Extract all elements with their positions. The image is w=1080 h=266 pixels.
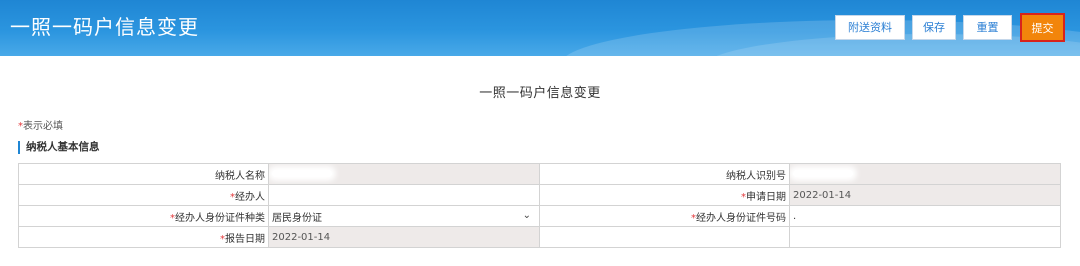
taxpayer-id-label: 纳税人识别号 xyxy=(539,163,790,185)
taxpayer-id-field xyxy=(789,163,1061,185)
taxpayer-name-label: 纳税人名称 xyxy=(18,163,269,185)
taxpayer-info-table: 纳税人名称 纳税人识别号 *经办人 *申请日期 2022-01-14 *经办人身… xyxy=(18,163,1061,248)
table-row: *经办人 *申请日期 2022-01-14 xyxy=(18,184,1061,206)
header-bar: 一照一码户信息变更 附送资料 保存 重置 提交 xyxy=(0,0,1080,56)
required-note-text: 表示必填 xyxy=(23,121,63,132)
apply-date-label: *申请日期 xyxy=(539,184,790,206)
table-row: *经办人身份证件种类 居民身份证 ⌄ *经办人身份证件号码 . xyxy=(18,205,1061,227)
empty-cell xyxy=(539,226,790,248)
section-title: 纳税人基本信息 xyxy=(26,141,100,153)
save-button[interactable]: 保存 xyxy=(912,15,956,40)
empty-cell xyxy=(789,226,1061,248)
handler-id-type-label: *经办人身份证件种类 xyxy=(18,205,269,227)
apply-date-field: 2022-01-14 xyxy=(789,184,1061,206)
handler-label: *经办人 xyxy=(18,184,269,206)
redacted-mark xyxy=(793,170,853,177)
handler-input[interactable] xyxy=(268,184,540,206)
chevron-down-icon[interactable]: ⌄ xyxy=(523,210,531,221)
handler-id-number-input[interactable]: . xyxy=(789,205,1061,227)
table-row: 纳税人名称 纳税人识别号 xyxy=(18,163,1061,185)
attach-docs-button[interactable]: 附送资料 xyxy=(835,15,905,40)
form-title: 一照一码户信息变更 xyxy=(479,86,601,101)
handler-id-type-select[interactable]: 居民身份证 ⌄ xyxy=(268,205,540,227)
required-note: *表示必填 xyxy=(18,117,63,132)
taxpayer-name-field xyxy=(268,163,540,185)
page-title: 一照一码户信息变更 xyxy=(10,15,199,39)
table-row: *报告日期 2022-01-14 xyxy=(18,226,1061,248)
reset-button[interactable]: 重置 xyxy=(963,15,1012,40)
report-date-label: *报告日期 xyxy=(18,226,269,248)
submit-button[interactable]: 提交 xyxy=(1020,13,1065,42)
handler-id-number-label: *经办人身份证件号码 xyxy=(539,205,790,227)
redacted-mark xyxy=(272,170,332,177)
report-date-field: 2022-01-14 xyxy=(268,226,540,248)
